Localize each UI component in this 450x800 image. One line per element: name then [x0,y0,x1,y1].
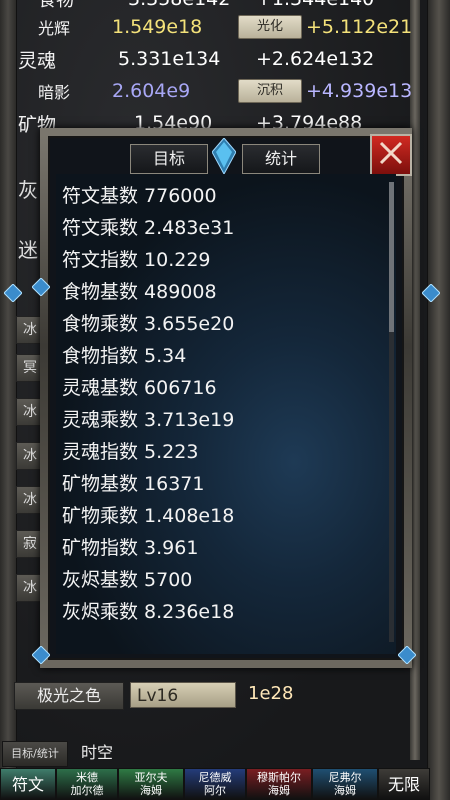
sediment-button[interactable]: 沉积 [238,79,302,103]
resource-gain: +4.939e13 [306,80,413,102]
stat-item: 食物基数 489008 [62,281,217,303]
bottom-nav-item[interactable]: 亚尔夫 海姆 [118,768,184,800]
stat-item: 灰烬乘数 8.236e18 [62,601,235,623]
stat-item: 符文基数 776000 [62,185,217,207]
bottom-nav-item[interactable]: 米德 加尔德 [56,768,118,800]
gem-icon [31,645,51,665]
stat-item: 矿物指数 3.961 [62,537,199,559]
stat-item: 食物乘数 3.655e20 [62,313,235,335]
stat-item: 灵魂乘数 3.713e19 [62,409,235,431]
bottom-nav-item[interactable]: 尼德威 阿尔 [184,768,246,800]
stats-list: 符文基数 776000 符文乘数 2.483e31 符文指数 10.229 食物基数 … [62,180,234,628]
aurora-level[interactable]: Lv16 [130,682,236,708]
ash-label: 灰 [18,178,38,202]
photonize-button[interactable]: 光化 [238,15,302,39]
gem-icon [421,283,441,303]
stat-item: 灵魂基数 606716 [62,377,217,399]
resource-name: 食物 [38,0,74,11]
crystal-gem-icon [211,137,237,176]
modal-tabs: 目标 统计 [130,137,330,176]
bottom-nav-item[interactable]: 无限 [378,768,430,800]
gem-icon [397,645,417,665]
aurora-label[interactable]: 极光之色 [14,682,124,710]
resource-value: 2.604e9 [112,80,191,102]
stat-item: 矿物基数 16371 [62,473,205,495]
stat-item: 灰烬基数 5700 [62,569,193,591]
resource-gain: +1.344e140 [256,0,374,10]
stats-panel[interactable]: 符文基数 776000 符文乘数 2.483e31 符文指数 10.229 食物基数 … [56,174,396,654]
aurora-cost: 1e28 [248,683,294,704]
gem-icon [31,277,51,297]
right-frame [427,0,450,800]
tab-spacetime[interactable]: 时空 [68,740,126,766]
bottom-nav: 符文 米德 加尔德 亚尔夫 海姆 尼德威 阿尔 穆斯帕尔 海姆 尼弗尔 海姆 无限 [0,768,450,800]
resource-value: 5.331e134 [118,48,221,70]
bottom-nav-item[interactable]: 尼弗尔 海姆 [312,768,378,800]
resource-name: 光辉 [38,19,71,38]
aurora-row: 极光之色 Lv16 1e28 [14,682,410,710]
stat-item: 食物指数 5.34 [62,345,187,367]
stat-item: 矿物乘数 1.408e18 [62,505,235,527]
close-button[interactable] [370,134,412,176]
tab-goal[interactable]: 目标 [130,144,208,174]
tab-goal-stats[interactable]: 目标/统计 [2,741,68,767]
resource-name: 暗影 [38,83,71,102]
resource-row-soul: 灵魂 5.331e134 +2.624e132 [16,44,410,74]
close-icon [378,140,404,170]
gem-icon [3,283,23,303]
scrollbar-thumb[interactable] [389,182,394,332]
bottom-nav-item[interactable]: 穆斯帕尔 海姆 [246,768,312,800]
left-frame [0,0,17,800]
stat-item: 符文指数 10.229 [62,249,211,271]
stats-modal: 目标 统计 符文基数 776000 符文乘数 2.483e31 符文指数 10.22… [31,128,417,668]
stat-item: 灵魂指数 5.223 [62,441,199,463]
resource-row-shadow: 暗影 2.604e9 沉积 +4.939e13 [16,76,413,106]
tab-stats[interactable]: 统计 [242,144,320,174]
resource-value: 1.549e18 [112,16,203,38]
stat-item: 符文乘数 2.483e31 [62,217,235,239]
resource-row-light: 光辉 1.549e18 光化 +5.112e21 [16,12,413,42]
resource-gain: +5.112e21 [306,16,413,38]
resource-name: 灵魂 [18,49,57,72]
bottom-nav-item[interactable]: 符文 [0,768,56,800]
fog-label: 迷 [18,238,38,262]
resource-gain: +2.624e132 [256,48,375,70]
resource-value: 3.358e142 [128,0,230,10]
